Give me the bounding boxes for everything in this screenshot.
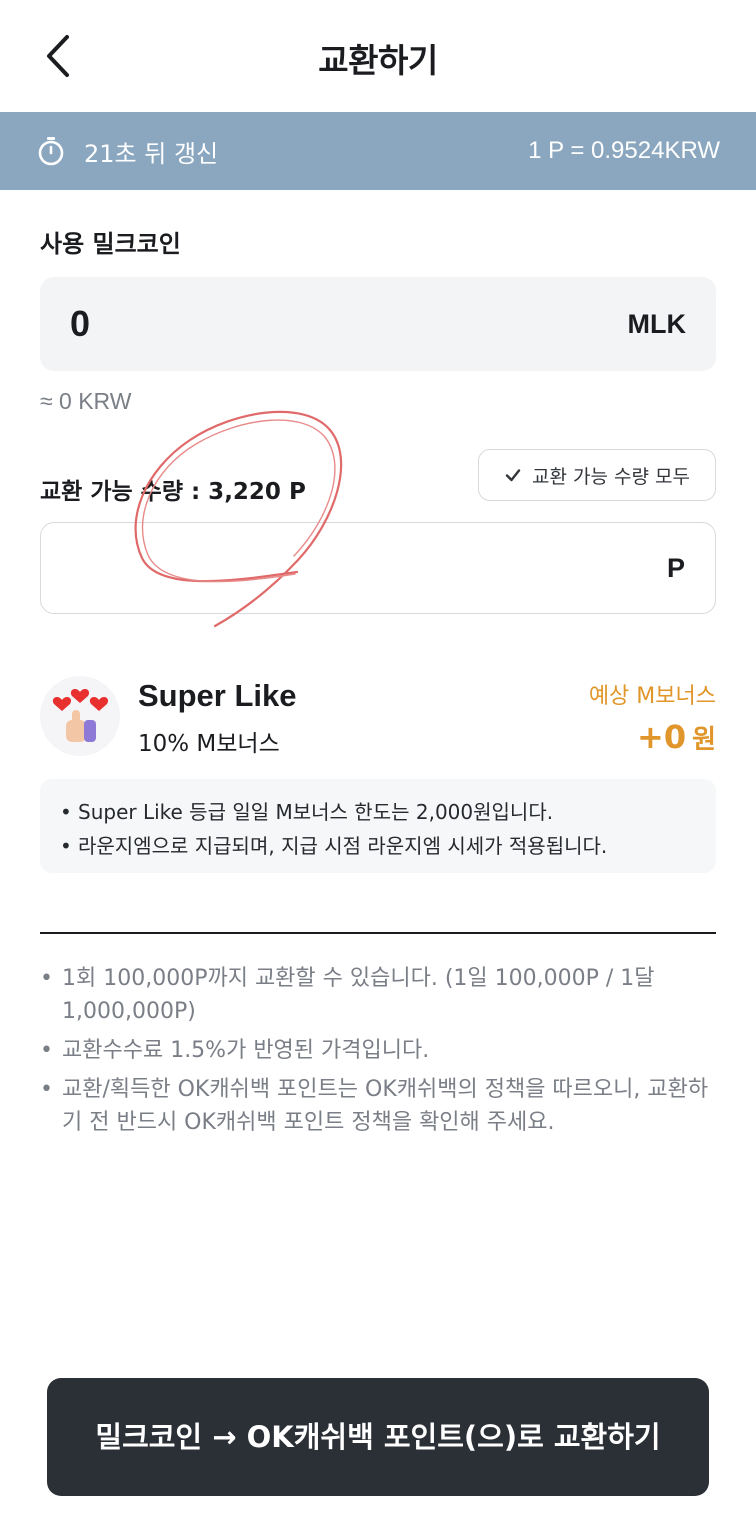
point-input-field[interactable]: P bbox=[40, 522, 716, 614]
notes-list: 1회 100,000P까지 교환할 수 있습니다. (1일 100,000P /… bbox=[40, 962, 716, 1145]
grade-name: Super Like bbox=[138, 678, 297, 713]
point-unit: P bbox=[666, 552, 685, 583]
select-all-button[interactable]: 교환 가능 수량 모두 bbox=[478, 449, 716, 501]
mlk-section-label: 사용 밀크코인 bbox=[40, 230, 181, 258]
rate-bar: 21초 뒤 갱신 1 P = 0.9524KRW bbox=[0, 112, 756, 190]
check-icon bbox=[504, 466, 522, 484]
info-item: 라운지엠으로 지급되며, 지급 시점 라운지엠 시세가 적용됩니다. bbox=[60, 829, 696, 863]
app-header: 교환하기 bbox=[0, 0, 756, 112]
note-item: 1회 100,000P까지 교환할 수 있습니다. (1일 100,000P /… bbox=[40, 962, 716, 1028]
mlk-amount-field[interactable]: 0 MLK bbox=[40, 277, 716, 371]
exchange-button[interactable]: 밀크코인 → OK캐쉬백 포인트(으)로 교환하기 bbox=[47, 1378, 709, 1496]
note-item: 교환수수료 1.5%가 반영된 가격입니다. bbox=[40, 1034, 716, 1067]
grade-row: Super Like 10% M보너스 예상 M보너스 +0 원 bbox=[40, 672, 716, 762]
available-points-label: 교환 가능 수량 : 3,220 P bbox=[40, 479, 306, 505]
expected-bonus-label: 예상 M보너스 bbox=[588, 684, 716, 709]
bonus-unit: 원 bbox=[692, 725, 716, 755]
mlk-amount-value: 0 bbox=[70, 303, 91, 344]
exchange-rate: 1 P = 0.9524KRW bbox=[528, 137, 720, 164]
refresh-countdown: 21초 뒤 갱신 bbox=[84, 139, 219, 168]
timer-icon bbox=[36, 136, 66, 166]
krw-approx: ≈ 0 KRW bbox=[40, 388, 132, 414]
note-item: 교환/획득한 OK캐쉬백 포인트는 OK캐쉬백의 정책을 따르오니, 교환하기 … bbox=[40, 1073, 716, 1139]
divider bbox=[40, 932, 716, 934]
bonus-amount: +0 bbox=[637, 718, 687, 756]
grade-description: 10% M보너스 bbox=[138, 731, 280, 757]
expected-bonus-value: +0 원 bbox=[637, 718, 716, 756]
page-title: 교환하기 bbox=[318, 41, 438, 80]
select-all-label: 교환 가능 수량 모두 bbox=[532, 465, 690, 488]
hearts-thumbs-up-icon bbox=[40, 676, 120, 756]
grade-info-box: Super Like 등급 일일 M보너스 한도는 2,000원입니다. 라운지… bbox=[40, 779, 716, 873]
info-item: Super Like 등급 일일 M보너스 한도는 2,000원입니다. bbox=[60, 795, 696, 829]
mlk-unit: MLK bbox=[627, 308, 686, 339]
